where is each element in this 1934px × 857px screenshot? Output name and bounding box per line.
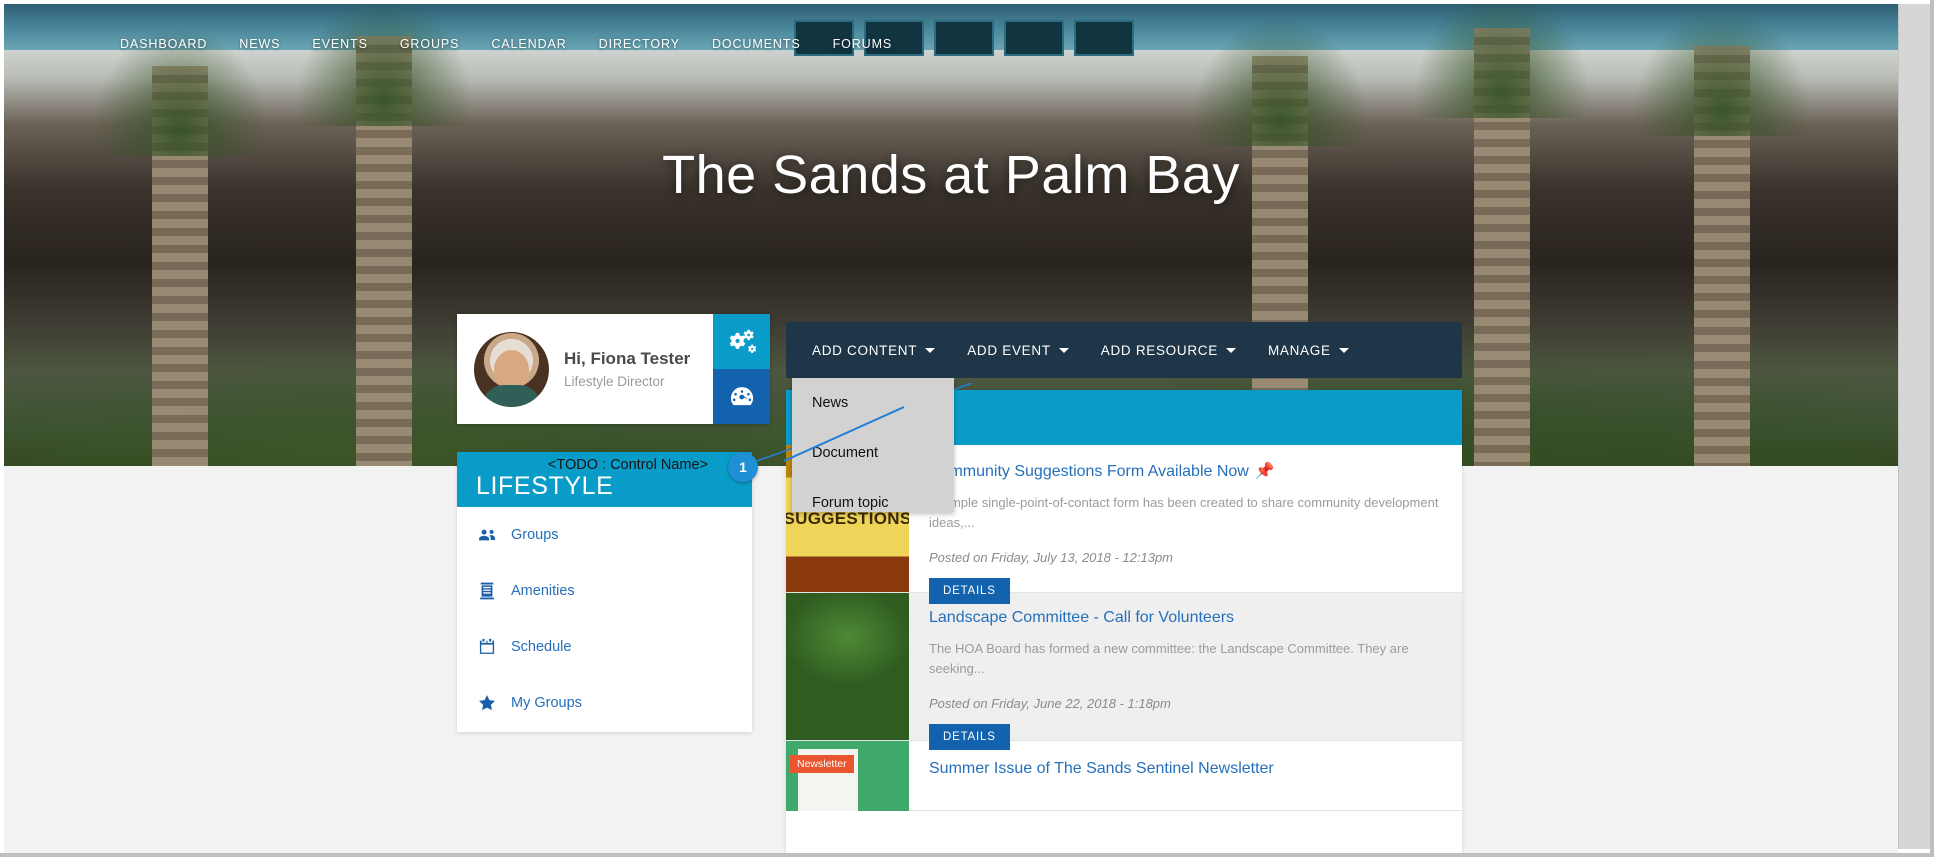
settings-button[interactable]: [713, 314, 770, 369]
users-group-icon: [479, 529, 496, 541]
lifestyle-item-label: Groups: [511, 527, 559, 543]
news-date: Posted on Friday, June 22, 2018 - 1:18pm: [929, 696, 1171, 711]
lifestyle-item-label: Amenities: [511, 583, 575, 599]
profile-main: Hi, Fiona Tester Lifestyle Director: [457, 314, 713, 424]
chevron-down-icon: [925, 347, 936, 353]
news-body: Summer Issue of The Sands Sentinel Newsl…: [909, 741, 1462, 790]
nav-item-groups[interactable]: GROUPS: [384, 33, 476, 55]
nav-item-events[interactable]: EVENTS: [296, 33, 383, 55]
manage-button[interactable]: MANAGE: [1268, 343, 1349, 358]
avatar: [474, 331, 549, 407]
news-title-link[interactable]: Landscape Committee - Call for Volunteer…: [929, 609, 1234, 627]
building-icon: [480, 582, 494, 600]
add-resource-label: ADD RESOURCE: [1100, 342, 1218, 358]
news-body: Community Suggestions Form Available Now…: [909, 445, 1462, 604]
dashboard-button[interactable]: [713, 369, 770, 424]
lifestyle-item-amenities[interactable]: Amenities: [457, 563, 752, 619]
user-profile-card: Hi, Fiona Tester Lifestyle Director: [457, 314, 770, 424]
vertical-scrollbar-track[interactable]: [1898, 4, 1930, 849]
profile-greeting: Hi, Fiona Tester: [564, 349, 691, 368]
news-summary: The HOA Board has formed a new committee…: [929, 641, 1409, 676]
add-content-label: ADD CONTENT: [812, 342, 918, 358]
lifestyle-item-groups[interactable]: Groups: [457, 507, 752, 563]
chevron-down-icon: [1058, 347, 1069, 353]
speedometer-icon: [730, 386, 753, 405]
admin-toolbar: ADD CONTENT ADD EVENT ADD RESOURCE MANAG…: [786, 322, 1462, 378]
add-resource-button[interactable]: ADD RESOURCE: [1101, 343, 1236, 358]
add-event-label: ADD EVENT: [967, 342, 1051, 358]
nav-item-directory[interactable]: DIRECTORY: [583, 33, 696, 55]
menu-item-news[interactable]: News: [792, 378, 954, 428]
news-list-item: Newsletter Summer Issue of The Sands Sen…: [786, 741, 1462, 811]
add-content-button[interactable]: ADD CONTENT: [812, 342, 936, 358]
lifestyle-item-label: Schedule: [511, 639, 572, 655]
news-list-item: Landscape Committee - Call for Volunteer…: [786, 593, 1462, 750]
lifestyle-title: LIFESTYLE: [476, 472, 614, 500]
calendar-icon: [479, 638, 495, 654]
profile-text: Hi, Fiona Tester Lifestyle Director: [564, 349, 690, 389]
nav-item-forums[interactable]: FORUMS: [817, 33, 909, 55]
lifestyle-item-schedule[interactable]: Schedule: [457, 619, 752, 675]
news-title-link[interactable]: Summer Issue of The Sands Sentinel Newsl…: [929, 760, 1274, 778]
browser-window: The Sands at Palm Bay DASHBOARD NEWS EVE…: [0, 0, 1934, 857]
add-content-dropdown-menu: News Document Forum topic: [792, 378, 954, 512]
lifestyle-widget: LIFESTYLE <TODO : Control Name> 1 Groups…: [457, 452, 758, 732]
news-title-link[interactable]: Community Suggestions Form Available Now…: [929, 461, 1275, 481]
page-viewport: The Sands at Palm Bay DASHBOARD NEWS EVE…: [4, 4, 1898, 853]
star-icon: [479, 695, 495, 711]
chevron-down-icon: [1225, 347, 1236, 353]
nav-item-dashboard[interactable]: DASHBOARD: [104, 33, 223, 55]
palm-tree-graphic: [92, 26, 268, 466]
gears-icon: [729, 329, 756, 353]
main-navigation: DASHBOARD NEWS EVENTS GROUPS CALENDAR DI…: [4, 30, 1898, 58]
nav-item-news[interactable]: NEWS: [223, 33, 296, 55]
pin-icon: 📌: [1254, 463, 1275, 480]
window-bottom-edge: [0, 853, 1934, 857]
todo-control-name-label: <TODO : Control Name>: [547, 457, 708, 473]
news-date: Posted on Friday, July 13, 2018 - 12:13p…: [929, 550, 1174, 565]
menu-item-document[interactable]: Document: [792, 428, 954, 478]
profile-action-buttons: [713, 314, 770, 424]
lifestyle-item-my-groups[interactable]: My Groups: [457, 675, 752, 731]
palm-tree-graphic: [1414, 4, 1590, 466]
newsletter-badge: Newsletter: [790, 755, 854, 773]
nav-item-calendar[interactable]: CALENDAR: [475, 33, 582, 55]
landscape-thumbnail[interactable]: [786, 593, 909, 740]
news-body: Landscape Committee - Call for Volunteer…: [909, 593, 1462, 750]
profile-role: Lifestyle Director: [564, 374, 665, 389]
window-right-edge: [1930, 0, 1934, 857]
manage-label: MANAGE: [1267, 342, 1331, 358]
lifestyle-header: LIFESTYLE <TODO : Control Name> 1: [457, 452, 758, 507]
chevron-down-icon: [1338, 347, 1349, 353]
annotation-badge: 1: [728, 452, 758, 482]
newsletter-thumbnail[interactable]: Newsletter: [786, 741, 909, 811]
add-event-button[interactable]: ADD EVENT: [967, 343, 1069, 358]
palm-tree-graphic: [1634, 6, 1810, 466]
lifestyle-item-label: My Groups: [511, 695, 582, 711]
menu-item-forum-topic[interactable]: Forum topic: [792, 478, 954, 528]
news-title-text: Community Suggestions Form Available Now: [929, 463, 1249, 480]
nav-item-documents[interactable]: DOCUMENTS: [696, 33, 817, 55]
news-summary: A simple single-point-of-contact form ha…: [929, 495, 1439, 530]
palm-tree-graphic: [296, 4, 472, 466]
site-title: The Sands at Palm Bay: [662, 145, 1240, 205]
